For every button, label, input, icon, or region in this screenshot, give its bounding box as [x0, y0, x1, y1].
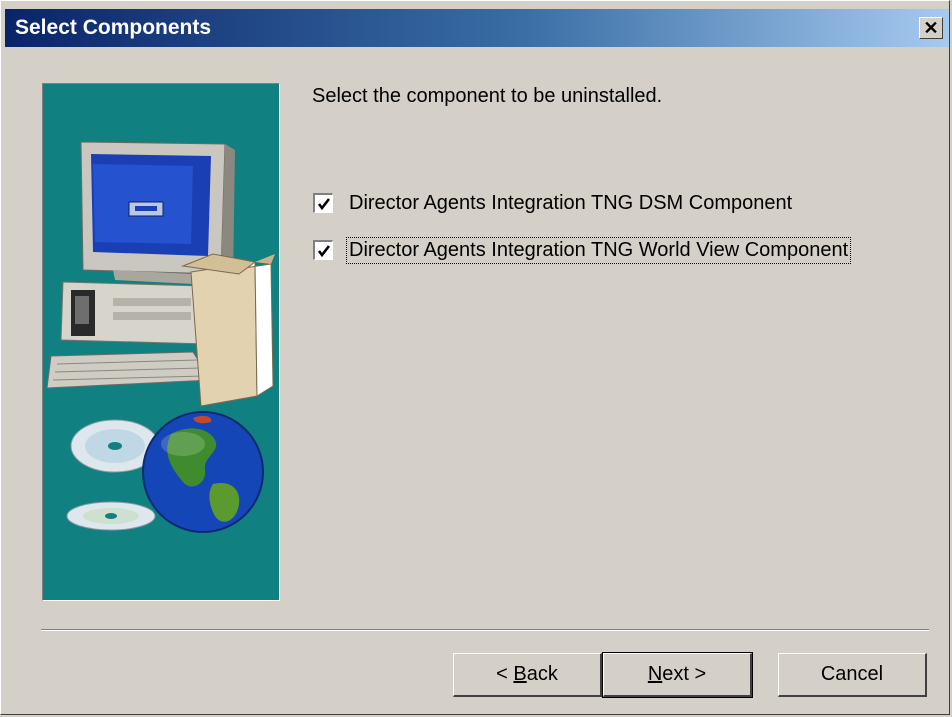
component-label: Director Agents Integration TNG DSM Comp…	[349, 191, 793, 214]
title-bar[interactable]: Select Components ✕	[5, 9, 949, 47]
dialog-window: Select Components ✕ Select the component…	[0, 0, 950, 715]
button-separator	[41, 629, 929, 631]
next-button[interactable]: N ext >	[602, 652, 753, 698]
component-checkbox[interactable]	[313, 240, 333, 260]
instruction-text: Select the component to be uninstalled.	[312, 85, 663, 107]
close-button[interactable]: ✕	[919, 17, 943, 39]
checkmark-icon	[317, 244, 330, 257]
back-button-label: < B ack	[454, 654, 600, 695]
next-label-rest: ext >	[662, 663, 707, 685]
back-button[interactable]: < B ack	[453, 653, 602, 697]
back-accelerator: B	[513, 663, 527, 685]
checkmark-icon	[317, 197, 330, 210]
cancel-button[interactable]: Cancel	[778, 653, 927, 697]
wizard-illustration-panel	[42, 83, 280, 601]
component-row-world-view[interactable]: Director Agents Integration TNG World Vi…	[313, 236, 852, 264]
component-row-dsm[interactable]: Director Agents Integration TNG DSM Comp…	[313, 189, 794, 217]
back-arrow-text: <	[496, 663, 514, 685]
window-title: Select Components	[15, 16, 212, 39]
computer-box-cd-globe-illustration	[46, 141, 275, 533]
back-label-rest: ack	[526, 663, 558, 685]
next-button-label: N ext >	[604, 654, 750, 695]
component-label: Director Agents Integration TNG World Vi…	[345, 236, 852, 264]
next-accelerator: N	[647, 663, 663, 685]
cancel-label: Cancel	[820, 663, 884, 685]
component-checkbox[interactable]	[313, 193, 333, 213]
close-icon: ✕	[923, 18, 939, 38]
